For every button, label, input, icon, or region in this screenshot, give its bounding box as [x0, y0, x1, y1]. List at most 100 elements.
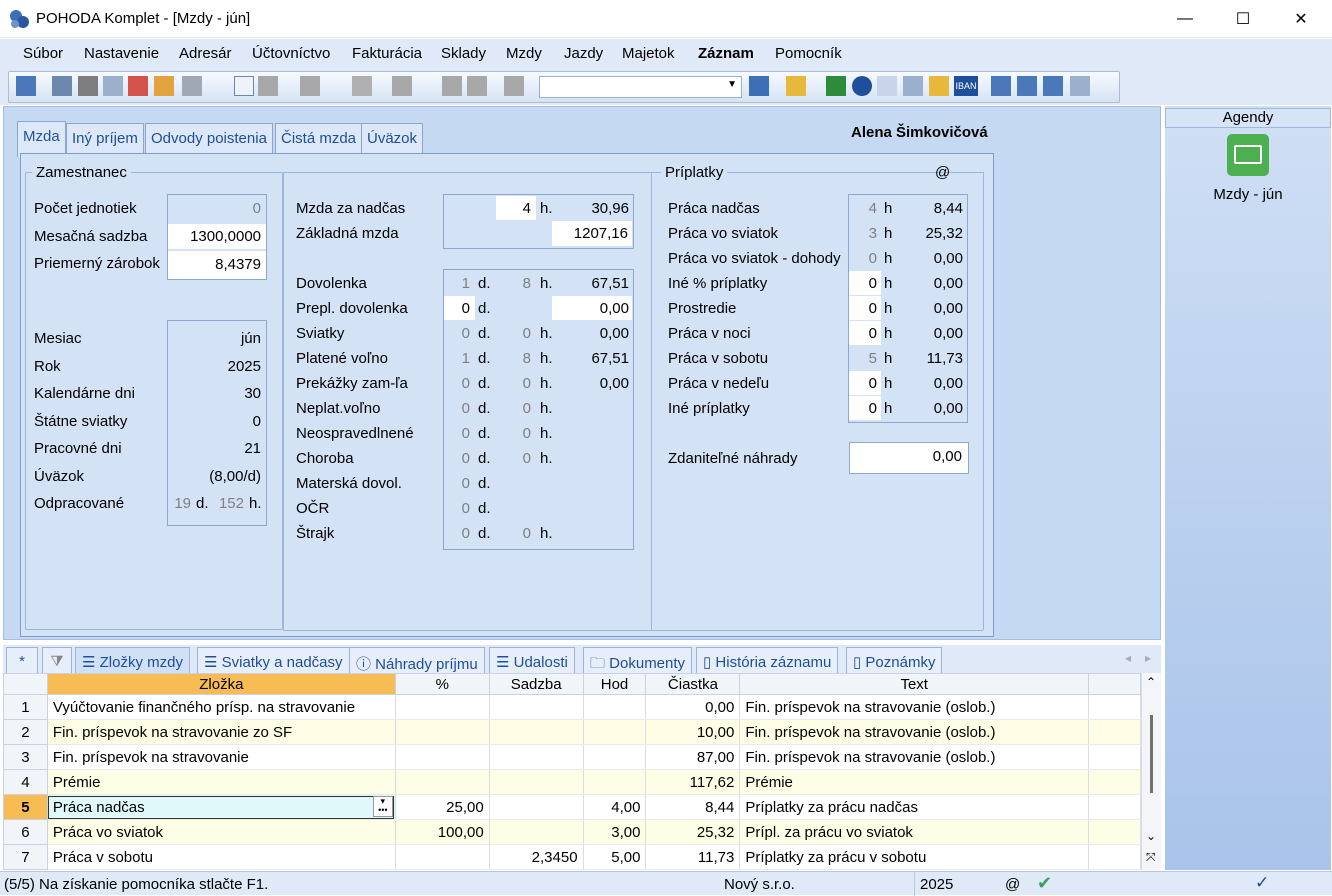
- payroll-icon[interactable]: [826, 76, 846, 96]
- table-row[interactable]: 2 Fin. príspevok na stravovanie zo SF 10,0…: [3, 719, 1141, 745]
- cell-sadzba[interactable]: 2,3450: [489, 844, 584, 870]
- menu-adresar[interactable]: Adresár: [179, 45, 232, 62]
- tab-nahrady-prijmu[interactable]: ⓘ Náhrady príjmu: [349, 647, 485, 673]
- cell-text[interactable]: Príplatky za prácu v sobotu: [739, 844, 1090, 870]
- close-button[interactable]: ✕: [1272, 0, 1330, 38]
- payroll-agenda-icon[interactable]: [1227, 134, 1269, 176]
- cell-ciastka[interactable]: 10,00: [645, 719, 741, 745]
- tab-poznamky[interactable]: ▯ Poznámky: [846, 647, 943, 673]
- tab-historia-zaznamu[interactable]: ▯ História záznamu: [696, 647, 839, 673]
- menu-subor[interactable]: Súbor: [23, 45, 63, 62]
- priplatok-row-4-hours[interactable]: 0: [851, 300, 877, 317]
- filter-tab-icon[interactable]: ⧩: [42, 647, 72, 673]
- header-hod[interactable]: Hod: [582, 673, 647, 695]
- at-icon[interactable]: @: [935, 164, 950, 181]
- edit-icon[interactable]: [258, 76, 278, 96]
- percent-icon[interactable]: [877, 76, 897, 96]
- cell-ciastka[interactable]: 0,00: [645, 694, 741, 720]
- zarobok-input[interactable]: 8,4379: [168, 251, 266, 279]
- header-text[interactable]: Text: [739, 673, 1090, 695]
- tab-cista-mzda[interactable]: Čistá mzda: [275, 123, 363, 156]
- row-number[interactable]: 2: [3, 719, 48, 745]
- clipboard-icon[interactable]: [504, 76, 524, 96]
- table-row[interactable]: 7 Práca v sobotu 2,3450 5,00 11,73 Príplatky …: [3, 844, 1141, 870]
- cell-sadzba[interactable]: [489, 794, 584, 820]
- header-zlozka[interactable]: Zložka: [46, 673, 396, 695]
- tab-zlozky-mzdy[interactable]: ☰ Zložky mzdy: [75, 647, 190, 673]
- cell-zlozka[interactable]: Prémie: [47, 769, 396, 795]
- save-icon[interactable]: [442, 76, 462, 96]
- row-number[interactable]: 1: [3, 694, 48, 720]
- iban-icon[interactable]: IBAN: [954, 76, 978, 96]
- cell-hod[interactable]: 5,00: [583, 844, 647, 870]
- tab-iny-prijem[interactable]: Iný príjem: [66, 123, 144, 156]
- cell-hod[interactable]: [583, 769, 647, 795]
- menu-sklady[interactable]: Sklady: [441, 45, 486, 62]
- header-sadzba[interactable]: Sadzba: [488, 673, 584, 695]
- tab-sviatky-nadcasy[interactable]: ☰ Sviatky a nadčasy: [197, 647, 350, 673]
- calculator-icon[interactable]: [903, 76, 923, 96]
- email-pdf-icon[interactable]: [154, 76, 174, 96]
- preview-icon[interactable]: [103, 76, 123, 96]
- coins-icon[interactable]: [929, 76, 949, 96]
- sadzba-input[interactable]: 1300,0000: [168, 224, 266, 249]
- cell-zlozka[interactable]: Vyúčtovanie finančného prísp. na stravov…: [47, 694, 396, 720]
- grid-scrollbar[interactable]: ⌃ ⌄ ⤧: [1141, 673, 1161, 870]
- cell-hod[interactable]: [583, 744, 647, 770]
- cancel-icon[interactable]: [467, 76, 487, 96]
- menu-fakturacia[interactable]: Fakturácia: [352, 45, 422, 62]
- menu-zaznam[interactable]: Záznam: [698, 45, 754, 62]
- cell-sadzba[interactable]: [489, 744, 584, 770]
- tab-uvazok[interactable]: Úväzok: [361, 123, 424, 156]
- tab-odvody-poistenia[interactable]: Odvody poistenia: [145, 123, 273, 156]
- filter-icon[interactable]: [749, 76, 769, 96]
- cell-hod[interactable]: 3,00: [583, 819, 647, 845]
- priplatok-row-8-hours[interactable]: 0: [851, 400, 877, 417]
- expand-icon[interactable]: ⤧: [1146, 850, 1156, 865]
- scroll-left-icon[interactable]: ◂: [1125, 651, 1131, 665]
- menu-pomocnik[interactable]: Pomocník: [775, 45, 842, 62]
- layout-icon[interactable]: [1043, 76, 1063, 96]
- row-number[interactable]: 7: [3, 844, 48, 870]
- cell-text[interactable]: Prémie: [739, 769, 1090, 795]
- menu-mzdy[interactable]: Mzdy: [506, 45, 542, 62]
- cell-text[interactable]: Prípl. za prácu vo sviatok: [739, 819, 1090, 845]
- export-icon[interactable]: [182, 76, 202, 96]
- menu-majetok[interactable]: Majetok: [622, 45, 675, 62]
- header-percent[interactable]: %: [394, 673, 490, 695]
- cell-percent[interactable]: [395, 694, 490, 720]
- help-icon[interactable]: [1070, 76, 1090, 96]
- cell-percent[interactable]: 25,00: [395, 794, 490, 820]
- table-row[interactable]: 5 Práca nadčas ▾ ••• 25,00 4,00 8,44 Príplatky …: [3, 794, 1141, 820]
- menu-jazdy[interactable]: Jazdy: [564, 45, 603, 62]
- euro-icon[interactable]: [852, 76, 872, 96]
- priplatok-row-3-hours[interactable]: 0: [851, 275, 877, 292]
- scroll-right-icon[interactable]: ▸: [1145, 651, 1151, 665]
- folder-star-icon[interactable]: [786, 76, 806, 96]
- maximize-button[interactable]: ☐: [1214, 0, 1272, 38]
- messages-icon[interactable]: [991, 76, 1011, 96]
- tab-udalosti[interactable]: ☰ Udalosti: [489, 647, 575, 673]
- delete-icon[interactable]: [300, 76, 320, 96]
- tab-mzda[interactable]: Mzda: [17, 121, 66, 157]
- cell-percent[interactable]: [395, 744, 490, 770]
- priplatok-row-5-hours[interactable]: 0: [851, 325, 877, 342]
- cell-zlozka[interactable]: Práca nadčas ▾ •••: [47, 794, 396, 820]
- zdanitelne-nahrady-input[interactable]: 0,00: [849, 442, 969, 474]
- table-row[interactable]: 4 Prémie 117,62 Prémie: [3, 769, 1141, 795]
- cell-text[interactable]: Fin. príspevok na stravovanie (oslob.): [739, 744, 1090, 770]
- exit-icon[interactable]: [16, 76, 36, 96]
- cell-text[interactable]: Fin. príspevok na stravovanie (oslob.): [739, 694, 1090, 720]
- row-number[interactable]: 6: [3, 819, 48, 845]
- cell-sadzba[interactable]: [489, 769, 584, 795]
- check-circle-icon[interactable]: ✓: [1255, 873, 1269, 893]
- cell-percent[interactable]: [395, 719, 490, 745]
- table-row[interactable]: 6 Práca vo sviatok 100,00 3,00 25,32 Prípl. z…: [3, 819, 1141, 845]
- row-number[interactable]: 5: [3, 794, 48, 820]
- cell-zlozka[interactable]: Práca v sobotu: [47, 844, 396, 870]
- asterisk-icon[interactable]: *: [6, 647, 38, 673]
- mzda-nadcas-hours-input[interactable]: 4: [496, 196, 536, 220]
- priplatok-row-7-hours[interactable]: 0: [851, 375, 877, 392]
- zakladna-mzda-input[interactable]: 1207,16: [552, 221, 632, 246]
- scroll-top-icon[interactable]: ⌃: [1146, 675, 1156, 689]
